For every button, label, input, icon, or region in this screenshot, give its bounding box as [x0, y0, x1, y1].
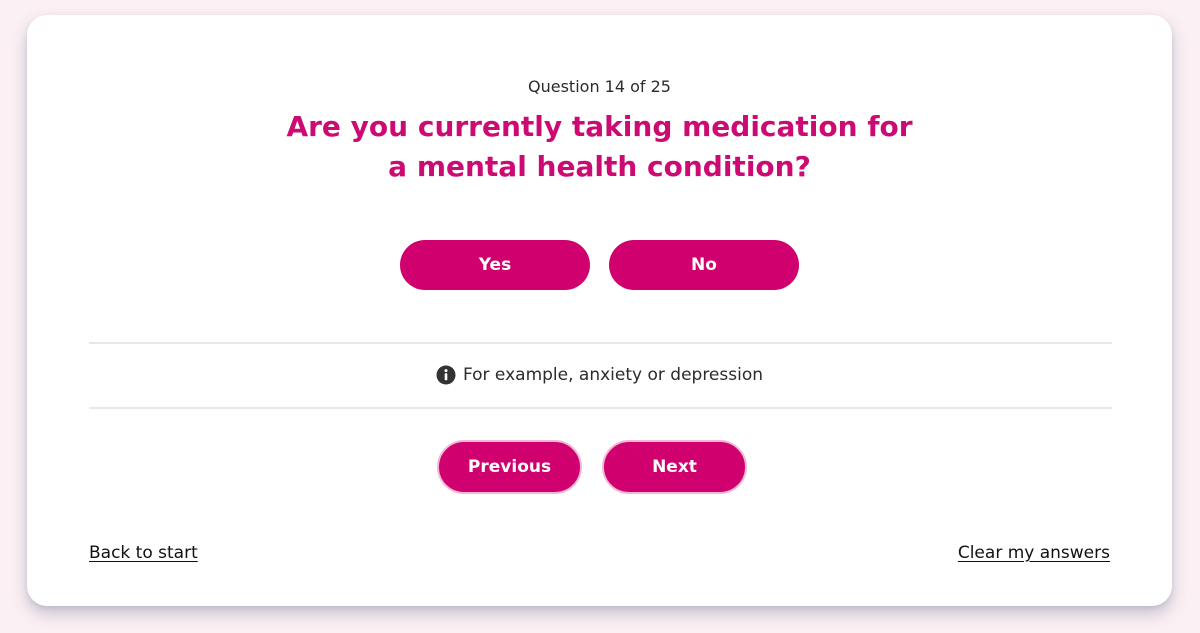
previous-button[interactable]: Previous: [437, 440, 582, 494]
back-to-start-link[interactable]: Back to start: [89, 543, 198, 563]
clear-answers-link[interactable]: Clear my answers: [958, 543, 1110, 563]
question-counter: Question 14 of 25: [528, 77, 671, 96]
hint-text: For example, anxiety or depression: [462, 365, 764, 385]
divider: [89, 407, 1112, 409]
next-button[interactable]: Next: [602, 440, 747, 494]
yes-button[interactable]: Yes: [400, 240, 590, 290]
info-icon: [436, 365, 456, 385]
question-title: Are you currently taking medication for …: [286, 110, 913, 183]
divider: [89, 342, 1112, 344]
hint-row: For example, anxiety or depression: [27, 365, 1172, 385]
quiz-card: Question 14 of 25 Are you currently taki…: [27, 15, 1172, 606]
no-button[interactable]: No: [609, 240, 799, 290]
